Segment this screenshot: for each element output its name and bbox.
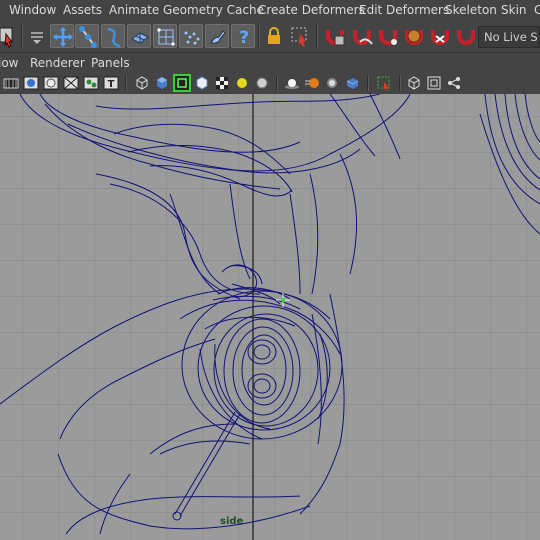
magnet-6-icon[interactable] — [454, 24, 478, 48]
menu-create-deformers[interactable]: Create Deformers — [258, 3, 365, 17]
safe-title-icon[interactable]: T — [103, 75, 119, 91]
select-tool-icon[interactable] — [0, 24, 16, 48]
smooth-shade-icon[interactable] — [154, 75, 170, 91]
xray-icon[interactable] — [406, 75, 422, 91]
select-vertices-icon[interactable] — [288, 24, 312, 48]
paint-weights-icon[interactable] — [205, 24, 229, 48]
help-icon[interactable]: ? — [231, 24, 255, 48]
safe-action-icon[interactable] — [83, 75, 99, 91]
main-menubar: Window Assets Animate Geometry Cache Cre… — [0, 0, 540, 22]
ik-spline-icon[interactable] — [101, 24, 125, 48]
xray-joints-icon[interactable] — [426, 75, 442, 91]
panel-separator — [276, 76, 278, 91]
magnet-5-icon[interactable] — [428, 24, 452, 48]
svg-text:?: ? — [239, 28, 249, 48]
gate-mask-icon[interactable] — [43, 75, 59, 91]
menu-geometry-cache[interactable]: Geometry Cache — [163, 3, 264, 17]
shelf-menu-arrow-icon[interactable] — [25, 24, 49, 48]
node-editor-icon[interactable] — [446, 75, 462, 91]
live-object-text: No Live S — [484, 30, 538, 44]
lattice-icon[interactable] — [127, 24, 151, 48]
camera-label: side — [220, 516, 244, 527]
magnet-3-icon[interactable] — [376, 24, 400, 48]
use-all-lights-icon[interactable] — [234, 75, 250, 91]
svg-text:T: T — [108, 79, 115, 90]
lock-icon[interactable] — [262, 24, 286, 48]
cluster-icon[interactable] — [153, 24, 177, 48]
magnet-1-icon[interactable] — [323, 24, 347, 48]
joint-tool-icon[interactable] — [75, 24, 99, 48]
wireframe-icon[interactable] — [134, 75, 150, 91]
default-material-icon[interactable] — [194, 75, 210, 91]
shadows-icon[interactable] — [254, 75, 270, 91]
menu-edit-deformers[interactable]: Edit Deformers — [359, 3, 449, 17]
soft-mod-icon[interactable] — [179, 24, 203, 48]
field-chart-icon[interactable] — [63, 75, 79, 91]
menu-window[interactable]: Window — [9, 3, 56, 17]
panel-menu-show[interactable]: iow — [0, 56, 19, 70]
shelf-separator — [316, 24, 318, 48]
panel-separator — [125, 76, 127, 91]
screen-space-ao-icon[interactable] — [284, 75, 300, 91]
panel-separator — [367, 76, 369, 91]
wireframe-on-shaded-icon[interactable] — [173, 74, 191, 92]
film-gate-icon[interactable] — [3, 75, 19, 91]
panel-menu-panels[interactable]: Panels — [91, 56, 130, 70]
motion-blur-icon[interactable] — [304, 75, 320, 91]
resolution-gate-icon[interactable] — [23, 75, 39, 91]
menu-assets[interactable]: Assets — [63, 3, 102, 17]
side-viewport[interactable]: side — [0, 94, 540, 540]
depth-of-field-icon[interactable] — [344, 75, 360, 91]
panel-menu-renderer[interactable]: Renderer — [30, 56, 85, 70]
menu-skin[interactable]: Skin — [501, 3, 527, 17]
isolate-select-icon[interactable] — [376, 75, 392, 91]
shelf-separator — [258, 24, 260, 48]
shelf-separator — [21, 24, 23, 48]
panel-separator — [399, 76, 401, 91]
menu-constrain[interactable]: C — [534, 3, 540, 17]
menu-animate[interactable]: Animate — [109, 3, 159, 17]
live-object-field[interactable]: No Live S — [478, 26, 540, 48]
multisample-aa-icon[interactable] — [324, 75, 340, 91]
viewport-scene — [0, 94, 540, 540]
status-line-toolbar: ? — [0, 21, 540, 53]
panel-toolbar: T — [0, 73, 540, 95]
panel-menubar: iow Renderer Panels — [0, 53, 540, 73]
magnet-4-icon[interactable] — [402, 24, 426, 48]
textured-icon[interactable] — [214, 75, 230, 91]
viewport-grid — [0, 94, 540, 540]
menu-skeleton[interactable]: Skeleton — [445, 3, 497, 17]
move-tool-icon[interactable] — [50, 24, 74, 48]
manipulator-center[interactable] — [281, 298, 285, 302]
magnet-2-icon[interactable] — [350, 24, 374, 48]
